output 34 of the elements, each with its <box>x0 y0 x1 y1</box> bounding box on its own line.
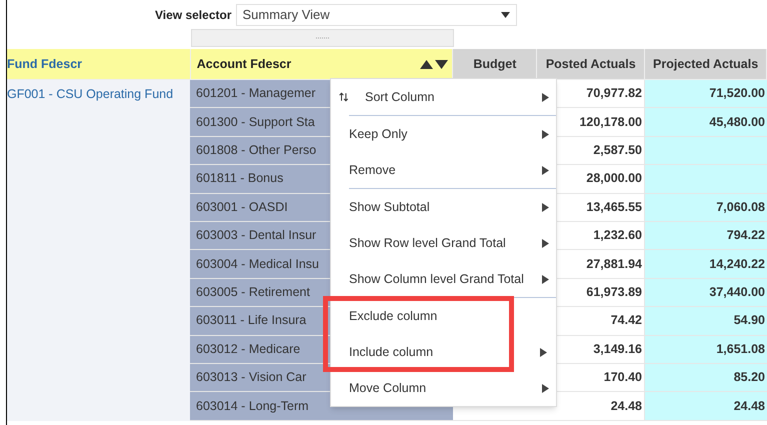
column-header[interactable]: Posted Actuals <box>537 49 646 79</box>
projected-actuals-cell: 24.48 <box>645 392 767 420</box>
view-selector-label: View selector <box>155 7 232 24</box>
menu-item-label: Sort Column <box>365 88 434 106</box>
projected-actuals-cell: 14,240.22 <box>645 250 767 278</box>
drag-handle-bar[interactable] <box>191 29 454 47</box>
fund-cell-text: GF001 - CSU Operating Fund <box>7 86 174 103</box>
submenu-arrow-icon <box>542 130 549 138</box>
grip-icon <box>316 36 330 40</box>
view-selector-dropdown[interactable]: Summary View <box>236 4 516 26</box>
submenu-arrow-icon <box>542 166 549 174</box>
submenu-arrow-icon <box>542 92 549 102</box>
submenu-arrow-icon <box>542 384 549 392</box>
menu-item-label: Show Subtotal <box>349 198 430 216</box>
column-header[interactable]: Projected Actuals <box>645 49 767 79</box>
projected-actuals-cell: 54.90 <box>645 307 767 334</box>
sort-arrows-icon[interactable] <box>420 60 448 68</box>
submenu-arrow-icon <box>542 238 549 248</box>
menu-item-label: Include column <box>349 344 434 361</box>
projected-actuals-cell: 71,520.00 <box>645 80 767 108</box>
submenu-arrow-icon <box>540 348 547 356</box>
menu-item-label: Exclude column <box>349 308 438 325</box>
submenu-arrow-icon <box>542 202 549 212</box>
column-header[interactable]: Account Fdescr <box>190 49 454 79</box>
column-header[interactable]: Fund Fdescr <box>7 49 191 79</box>
projected-actuals-cell: 85.20 <box>645 364 767 392</box>
projected-actuals-cell: 7,060.08 <box>645 194 767 221</box>
projected-actuals-cell: 1,651.08 <box>645 336 767 363</box>
column-header[interactable]: Budget <box>453 49 538 79</box>
submenu-arrow-icon <box>542 274 549 284</box>
dropdown-caret-icon <box>500 12 510 18</box>
projected-actuals-cell: 37,440.00 <box>645 278 767 306</box>
projected-actuals-cell: 45,480.00 <box>645 108 767 136</box>
projected-actuals-cell: 794.22 <box>645 222 767 250</box>
